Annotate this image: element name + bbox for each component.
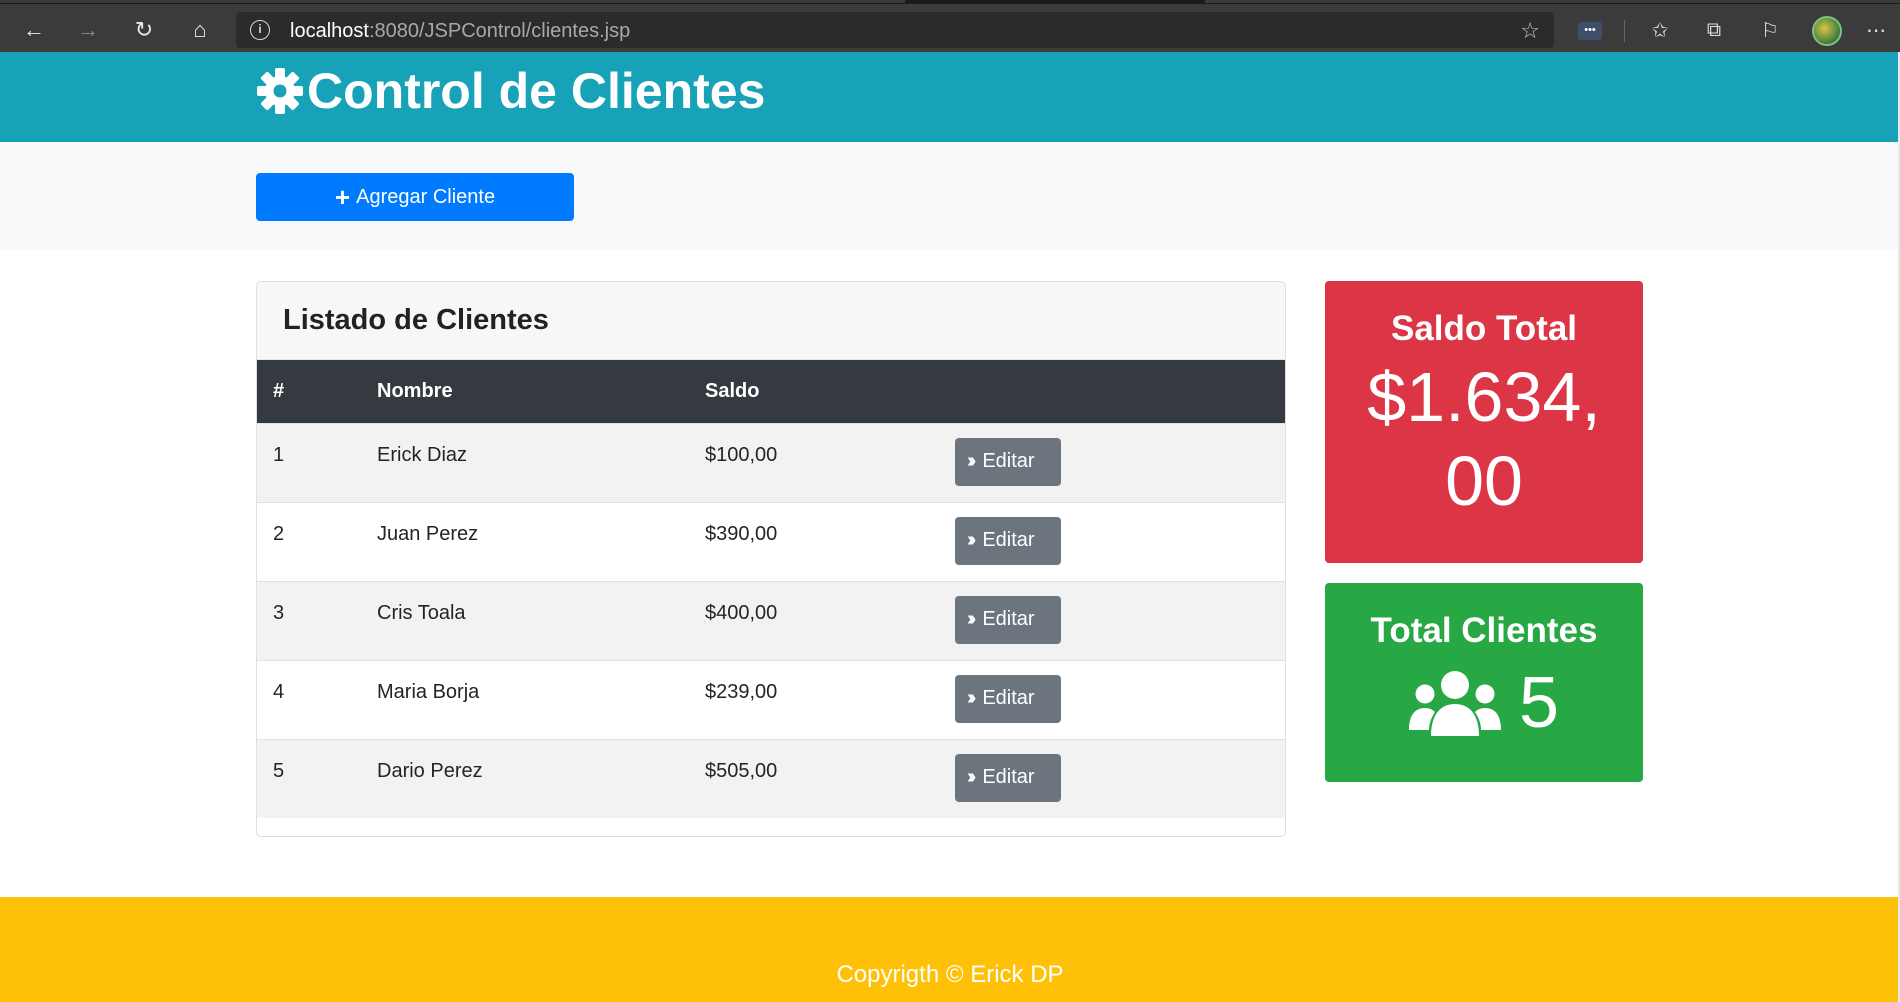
cell-nombre: Dario Perez xyxy=(377,759,483,782)
feedback-icon[interactable]: ⚐ xyxy=(1756,16,1784,44)
site-info-icon[interactable]: i xyxy=(250,20,270,40)
edit-label: Editar xyxy=(982,766,1035,788)
saldo-total-value: $1.634,00 xyxy=(1367,358,1601,520)
double-chevron-right-icon: ›› xyxy=(967,766,977,788)
cell-actions: ›› Editar xyxy=(939,660,1285,739)
clients-card: Listado de Clientes # Nombre Saldo 1 Eri… xyxy=(256,281,1286,837)
plus-icon: + xyxy=(334,182,351,212)
url-host: localhost xyxy=(290,20,369,42)
forward-icon[interactable]: → xyxy=(72,14,104,46)
profile-avatar[interactable] xyxy=(1812,16,1842,46)
gear-icon xyxy=(257,68,303,114)
cell-saldo: $100,00 xyxy=(705,443,778,466)
edit-button[interactable]: ›› Editar xyxy=(955,516,1061,565)
favorite-star-icon[interactable]: ☆ xyxy=(1520,18,1540,44)
page-header: Control de Clientes xyxy=(0,52,1900,142)
cell-id: 2 xyxy=(273,522,285,545)
edit-button[interactable]: ›› Editar xyxy=(955,674,1061,723)
cell-id: 4 xyxy=(273,680,285,703)
double-chevron-right-icon: ›› xyxy=(967,529,977,551)
tab-strip-left xyxy=(0,0,905,3)
more-menu-icon[interactable]: ⋯ xyxy=(1862,16,1890,44)
column-header-id: # xyxy=(273,379,285,402)
cell-id: 5 xyxy=(273,759,285,782)
cell-nombre: Juan Perez xyxy=(377,522,479,545)
cell-actions: ›› Editar xyxy=(939,423,1285,502)
cell-nombre: Cris Toala xyxy=(377,601,466,624)
cell-actions: ›› Editar xyxy=(939,581,1285,660)
add-client-label: Agregar Cliente xyxy=(356,185,496,208)
double-chevron-right-icon: ›› xyxy=(967,687,977,709)
edit-button[interactable]: ›› Editar xyxy=(955,437,1061,486)
column-header-saldo: Saldo xyxy=(705,379,760,402)
total-clientes-value: 5 xyxy=(1518,663,1560,743)
cell-nombre: Maria Borja xyxy=(377,680,480,703)
cell-actions: ›› Editar xyxy=(939,502,1285,581)
cell-nombre: Erick Diaz xyxy=(377,443,468,466)
extension-icon[interactable]: ••• xyxy=(1578,22,1602,40)
table-row: 1 Erick Diaz $100,00 ›› Editar xyxy=(257,423,1285,502)
edit-label: Editar xyxy=(982,687,1035,709)
edit-label: Editar xyxy=(982,450,1035,472)
column-header-nombre: Nombre xyxy=(377,379,453,402)
edit-button[interactable]: ›› Editar xyxy=(955,753,1061,802)
favorites-list-icon[interactable]: ✩ xyxy=(1646,16,1674,44)
card-header: Listado de Clientes xyxy=(257,282,1285,360)
add-client-button[interactable]: + Agregar Cliente xyxy=(256,173,574,221)
cell-saldo: $505,00 xyxy=(705,759,778,782)
total-clientes-card: Total Clientes 5 xyxy=(1325,583,1643,782)
saldo-total-title: Saldo Total xyxy=(1390,309,1578,348)
column-header-actions xyxy=(939,360,1285,423)
cell-id: 3 xyxy=(273,601,285,624)
footer-copyright: Copyrigth © Erick DP xyxy=(836,961,1064,988)
cell-saldo: $400,00 xyxy=(705,601,778,624)
edit-label: Editar xyxy=(982,608,1035,630)
url-text[interactable]: localhost:8080/JSPControl/clientes.jsp xyxy=(290,20,630,43)
cell-saldo: $239,00 xyxy=(705,680,778,703)
home-icon[interactable]: ⌂ xyxy=(184,14,216,46)
table-row: 5 Dario Perez $505,00 ›› Editar xyxy=(257,739,1285,818)
page-title: Control de Clientes xyxy=(255,62,765,120)
clients-table: # Nombre Saldo 1 Erick Diaz $100,00 ›› Ed… xyxy=(257,360,1285,818)
users-icon xyxy=(1408,671,1501,736)
cell-saldo: $390,00 xyxy=(705,522,778,545)
table-row: 4 Maria Borja $239,00 ›› Editar xyxy=(257,660,1285,739)
refresh-icon[interactable]: ↻ xyxy=(128,14,160,46)
address-bar[interactable]: i localhost:8080/JSPControl/clientes.jsp… xyxy=(236,12,1554,48)
table-row: 3 Cris Toala $400,00 ›› Editar xyxy=(257,581,1285,660)
collections-icon[interactable]: ⧉ xyxy=(1700,16,1728,44)
back-icon[interactable]: ← xyxy=(18,14,50,46)
browser-toolbar: ← → ↻ ⌂ i localhost:8080/JSPControl/clie… xyxy=(0,4,1900,52)
total-clientes-row: 5 xyxy=(1325,661,1643,745)
double-chevron-right-icon: ›› xyxy=(967,450,977,472)
page-title-text: Control de Clientes xyxy=(307,63,766,119)
url-path: :8080/JSPControl/clientes.jsp xyxy=(368,20,631,42)
edit-label: Editar xyxy=(982,529,1035,551)
double-chevron-right-icon: ›› xyxy=(967,608,977,630)
table-row: 2 Juan Perez $390,00 ›› Editar xyxy=(257,502,1285,581)
cell-actions: ›› Editar xyxy=(939,739,1285,818)
toolbar-separator xyxy=(1624,20,1625,42)
cell-id: 1 xyxy=(273,443,285,466)
table-header-row: # Nombre Saldo xyxy=(257,360,1285,423)
edit-button[interactable]: ›› Editar xyxy=(955,595,1061,644)
total-clientes-title: Total Clientes xyxy=(1370,611,1598,650)
tab-strip-right xyxy=(1205,0,1900,3)
saldo-total-card: Saldo Total $1.634,00 xyxy=(1325,281,1643,563)
page-footer: Copyrigth © Erick DP xyxy=(0,897,1900,1002)
card-title: Listado de Clientes xyxy=(283,304,549,336)
